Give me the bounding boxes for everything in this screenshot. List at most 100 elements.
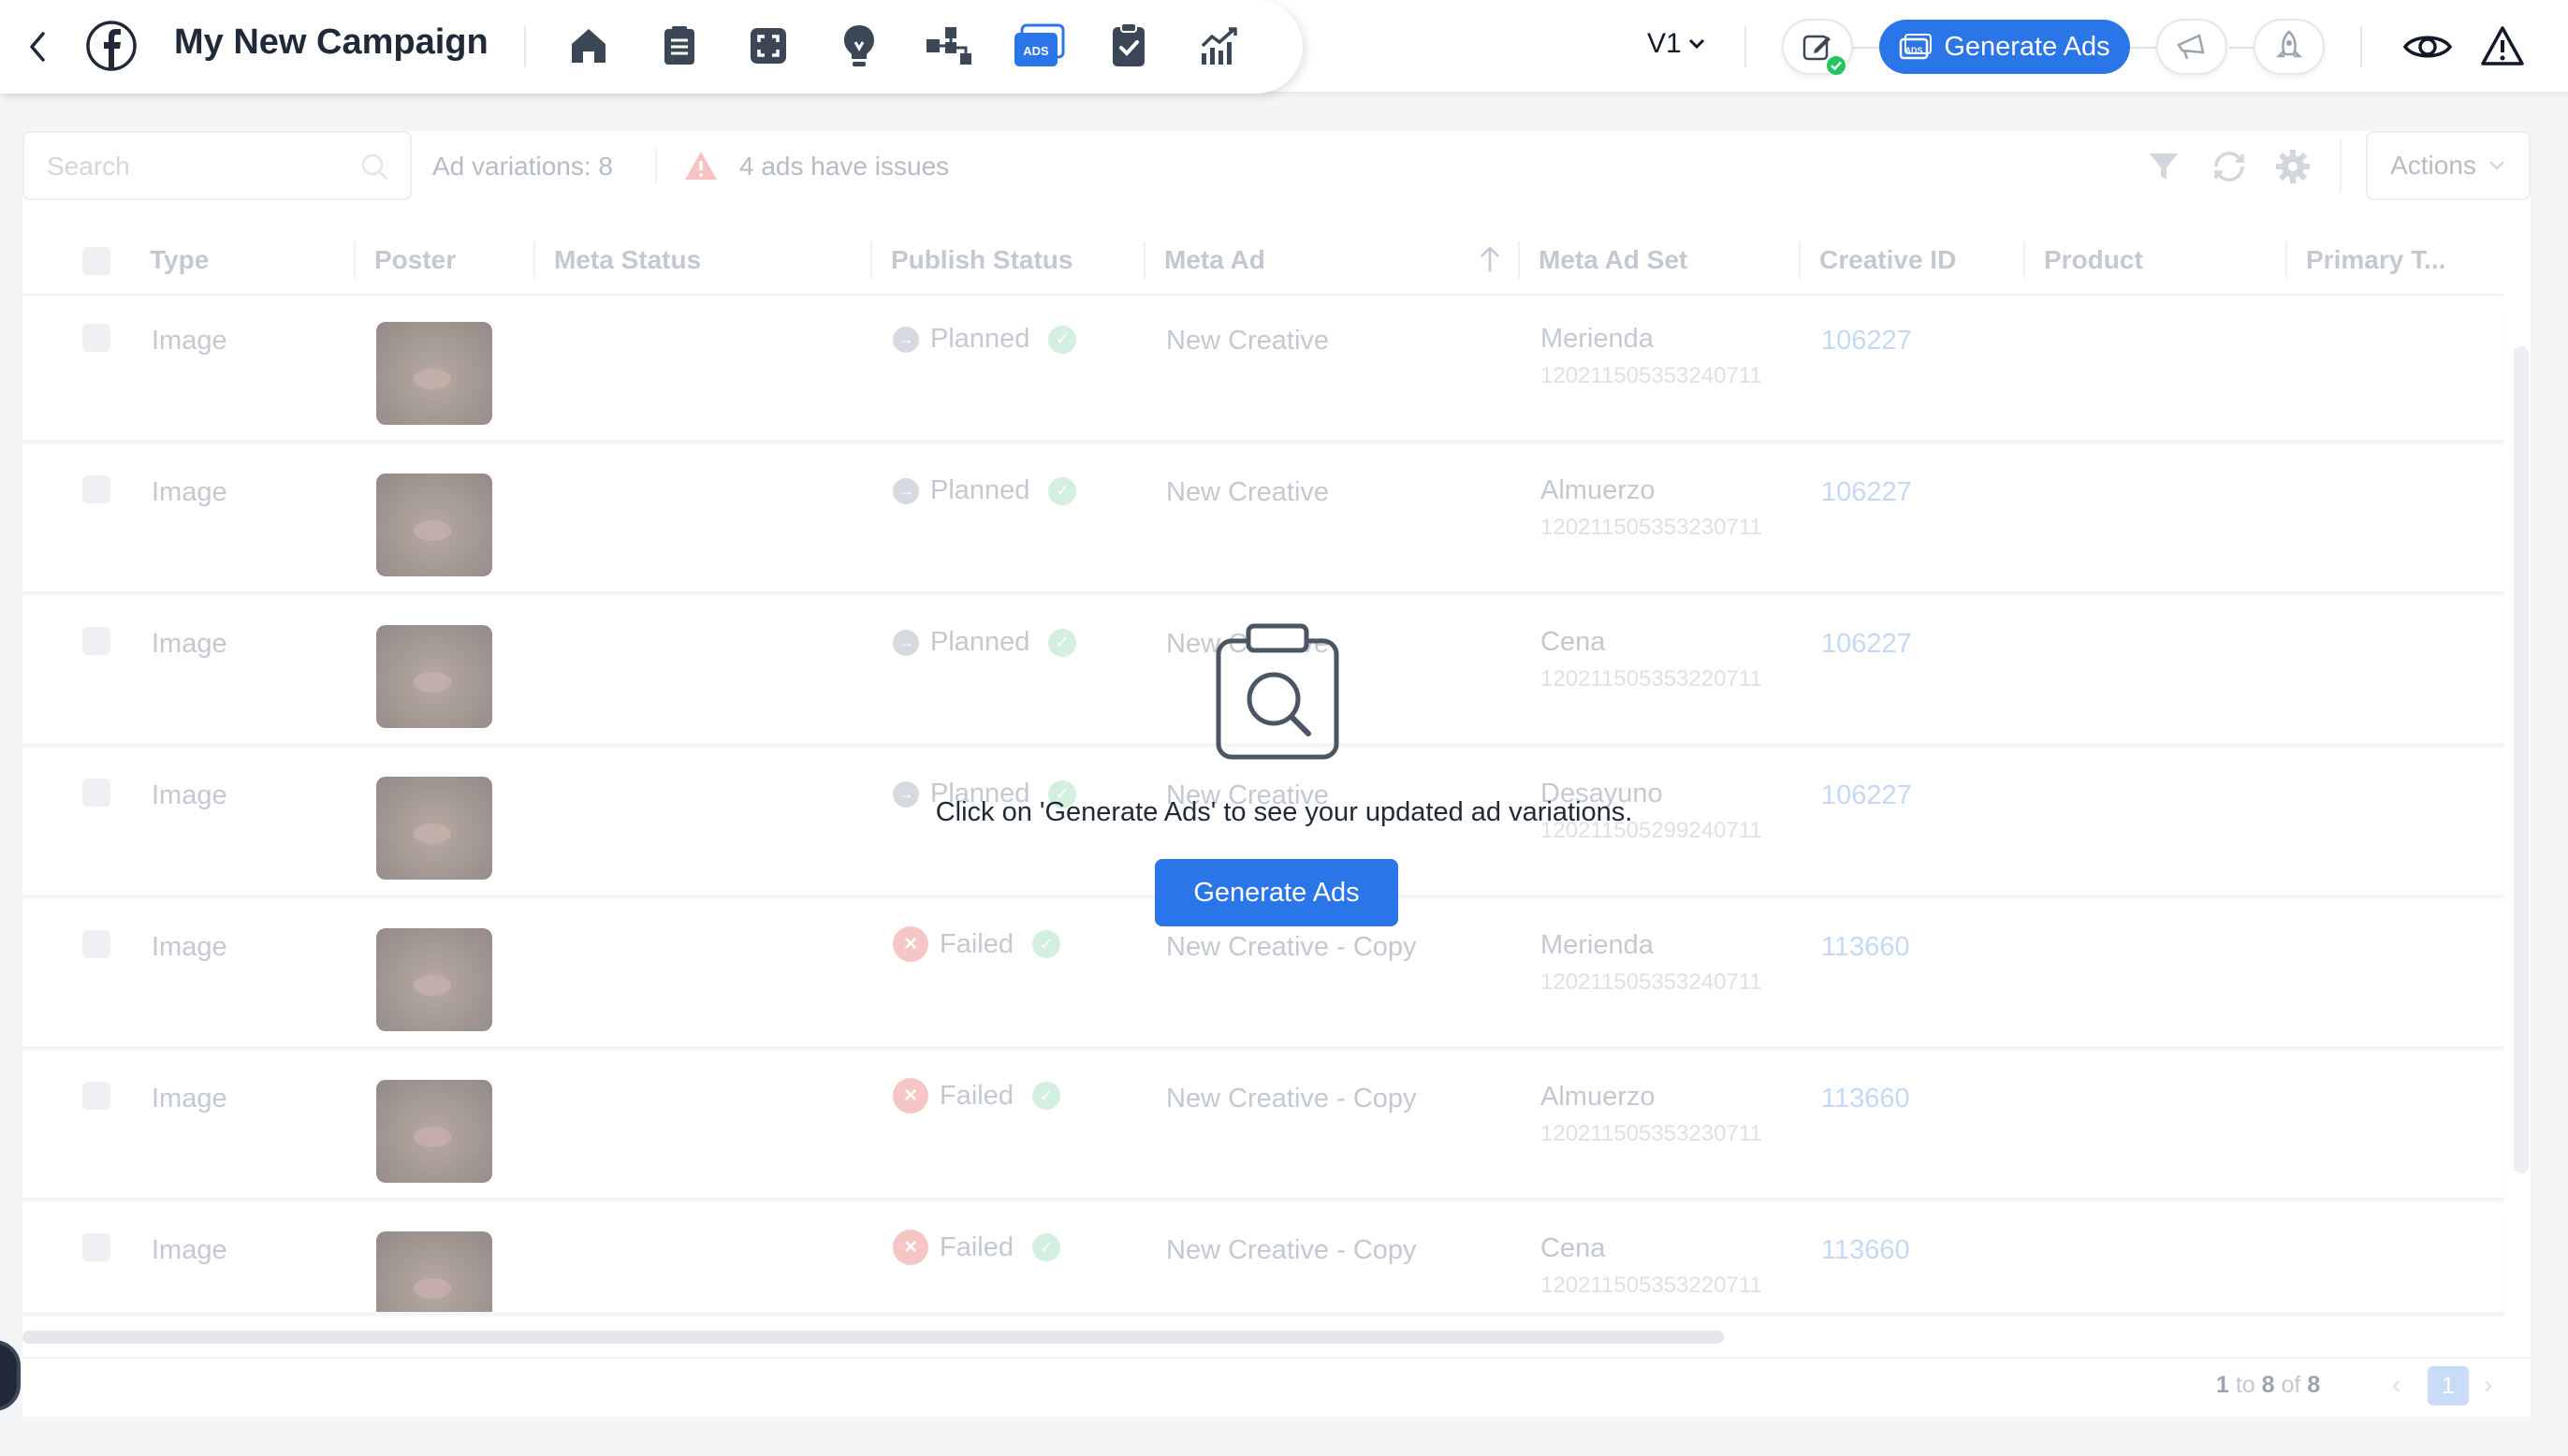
gear-icon[interactable]: [2274, 148, 2312, 185]
poster-thumbnail[interactable]: [376, 473, 492, 576]
column-divider: [1799, 241, 1801, 279]
meta-ad-set-id: 120211505353230711: [1540, 1121, 1762, 1146]
creative-id-link[interactable]: 106227: [1821, 629, 1912, 660]
search-placeholder: Search: [47, 152, 130, 181]
column-header-primary-text[interactable]: Primary T...: [2306, 245, 2445, 275]
lightbulb-icon[interactable]: [839, 22, 880, 69]
clipboard-check-icon[interactable]: [1108, 21, 1149, 69]
home-icon[interactable]: [567, 24, 610, 67]
actions-dropdown[interactable]: Actions: [2366, 131, 2531, 200]
publish-status: × Failed ✓: [893, 926, 1060, 962]
frame-icon[interactable]: [747, 24, 790, 67]
divider: [524, 26, 526, 67]
megaphone-icon: [2177, 34, 2205, 60]
page-button[interactable]: 1: [2428, 1366, 2469, 1405]
table-row[interactable]: Image × Failed ✓ New Creative - Copy Alm…: [22, 1059, 2504, 1201]
select-all-checkbox[interactable]: [82, 247, 110, 275]
poster-thumbnail[interactable]: [376, 777, 492, 880]
column-header-meta-ad-set[interactable]: Meta Ad Set: [1539, 245, 1687, 275]
poster-thumbnail[interactable]: [376, 928, 492, 1031]
step-connector: [2229, 47, 2255, 49]
refresh-icon[interactable]: [2211, 148, 2248, 185]
publish-status-label: Planned: [930, 324, 1030, 354]
meta-ad-name: New Creative: [1166, 477, 1330, 507]
generate-ads-button[interactable]: Generate Ads: [1155, 859, 1398, 926]
meta-ad-set-id: 120211505353240711: [1540, 969, 1762, 995]
poster-thumbnail[interactable]: [376, 322, 492, 425]
column-header-type[interactable]: Type: [150, 245, 209, 275]
publish-status-label: Planned: [930, 627, 1030, 657]
issues-text[interactable]: 4 ads have issues: [739, 152, 949, 182]
edit-step-button[interactable]: [1782, 19, 1853, 77]
row-checkbox[interactable]: [82, 1082, 110, 1110]
creative-id-link[interactable]: 113660: [1821, 1084, 1910, 1114]
generate-ads-label: Generate Ads: [1944, 31, 2110, 62]
sort-ascending-icon[interactable]: [1479, 245, 1501, 273]
meta-ad-set-name: Almuerzo: [1540, 1082, 1656, 1112]
horizontal-scrollbar[interactable]: [22, 1331, 1724, 1344]
table-toolbar: Search Ad variations: 8 4 ads have issue…: [22, 131, 2531, 200]
flow-icon[interactable]: [925, 24, 973, 67]
launch-step-button[interactable]: [2254, 19, 2325, 75]
chevron-left-icon[interactable]: ‹: [2392, 1370, 2400, 1400]
column-header-product[interactable]: Product: [2044, 245, 2143, 275]
pagination-from: 1: [2216, 1372, 2229, 1398]
search-input[interactable]: Search: [22, 131, 412, 200]
chevron-right-icon[interactable]: ›: [2484, 1370, 2492, 1400]
document-icon[interactable]: [659, 24, 700, 67]
check-circle-icon: ✓: [1048, 628, 1077, 657]
poster-thumbnail[interactable]: [376, 1231, 492, 1312]
creative-id-link[interactable]: 106227: [1821, 326, 1912, 357]
type-cell: Image: [152, 1235, 227, 1265]
poster-thumbnail[interactable]: [376, 625, 492, 728]
meta-ad-set-name: Merienda: [1540, 324, 1654, 354]
meta-ad-set-id: 120211505353220711: [1540, 666, 1762, 692]
publish-status: × Failed ✓: [893, 1230, 1060, 1265]
table-row[interactable]: Image × Failed ✓ New Creative - Copy Cen…: [22, 1211, 2504, 1316]
creative-id-link[interactable]: 113660: [1821, 932, 1910, 963]
row-checkbox[interactable]: [82, 475, 110, 503]
version-select[interactable]: V1: [1647, 28, 1706, 60]
empty-state-message: Click on 'Generate Ads' to see your upda…: [935, 797, 1633, 827]
row-checkbox[interactable]: [82, 627, 110, 655]
column-divider: [1144, 241, 1145, 279]
analytics-icon[interactable]: [1198, 24, 1241, 67]
row-checkbox[interactable]: [82, 324, 110, 352]
row-checkbox[interactable]: [82, 930, 110, 958]
row-checkbox[interactable]: [82, 1233, 110, 1261]
check-circle-icon: ✓: [1032, 1082, 1060, 1110]
column-header-publish-status[interactable]: Publish Status: [891, 245, 1072, 275]
column-divider: [533, 241, 535, 279]
step-connector: [2128, 47, 2160, 49]
poster-thumbnail[interactable]: [376, 1080, 492, 1183]
column-divider: [870, 241, 872, 279]
type-cell: Image: [152, 1084, 227, 1114]
column-header-meta-status[interactable]: Meta Status: [554, 245, 701, 275]
back-icon[interactable]: [21, 28, 54, 66]
column-divider: [2285, 241, 2287, 279]
column-header-poster[interactable]: Poster: [374, 245, 456, 275]
table-footer: [22, 1357, 2531, 1417]
creative-id-link[interactable]: 106227: [1821, 477, 1912, 508]
planned-icon: →: [893, 629, 919, 656]
warning-icon[interactable]: [2480, 24, 2525, 67]
vertical-scrollbar[interactable]: [2514, 346, 2529, 1173]
meta-ad-set-name: Cena: [1540, 627, 1606, 657]
table-row[interactable]: Image × Failed ✓ New Creative - Copy Mer…: [22, 908, 2504, 1050]
floating-help-button[interactable]: [0, 1340, 21, 1411]
column-header-meta-ad[interactable]: Meta Ad: [1164, 245, 1265, 275]
ads-icon[interactable]: ADS: [1013, 22, 1065, 69]
column-header-creative-id[interactable]: Creative ID: [1819, 245, 1956, 275]
publish-step-button[interactable]: [2156, 19, 2227, 75]
filter-icon[interactable]: [2147, 150, 2181, 183]
pagination-summary: 1 to 8 of 8: [2216, 1372, 2320, 1399]
failed-icon: ×: [893, 1230, 928, 1265]
table-header: Type Poster Meta Status Publish Status M…: [22, 225, 2504, 296]
generate-ads-step-button[interactable]: ADS Generate Ads: [1879, 20, 2130, 74]
table-row[interactable]: Image → Planned ✓ New Creative Almuerzo …: [22, 453, 2504, 595]
preview-eye-icon[interactable]: [2401, 28, 2454, 66]
table-row[interactable]: Image → Planned ✓ New Creative Merienda …: [22, 301, 2504, 444]
meta-ad-set-id: 120211505353230711: [1540, 515, 1762, 540]
column-divider: [2023, 241, 2025, 279]
creative-id-link[interactable]: 113660: [1821, 1235, 1910, 1266]
